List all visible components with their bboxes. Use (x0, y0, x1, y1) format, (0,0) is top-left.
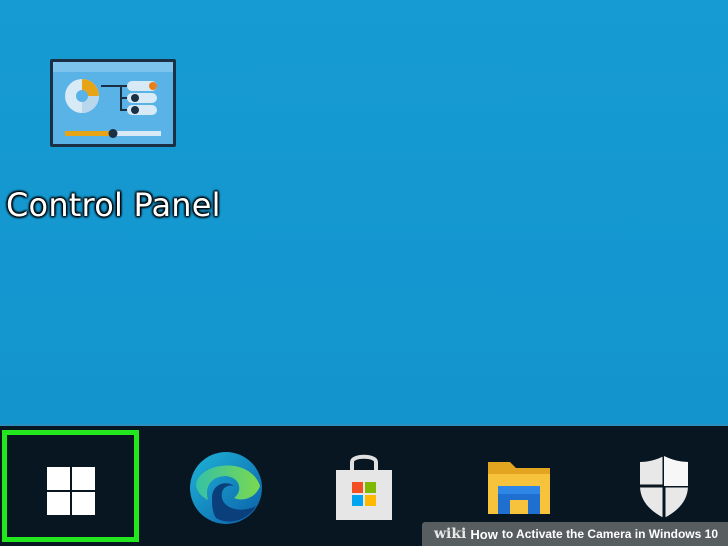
watermark-brand: wiki (433, 526, 467, 542)
folder-icon (488, 462, 550, 514)
control-panel-label: Control Panel (6, 186, 221, 224)
watermark-how: How (470, 526, 498, 542)
taskbar: wiki How to Activate the Camera in Windo… (0, 424, 728, 546)
shield-icon (640, 456, 688, 518)
control-panel-icon (50, 59, 176, 147)
windows-logo-icon (47, 467, 95, 515)
watermark-caption: wiki How to Activate the Camera in Windo… (421, 522, 728, 546)
edge-button[interactable] (180, 426, 320, 546)
microsoft-edge-icon (190, 452, 262, 524)
screen: Control Panel wiki How to Activate the C… (0, 0, 728, 546)
watermark-title: to Activate the Camera in Windows 10 (501, 527, 718, 541)
start-button[interactable] (2, 430, 139, 542)
control-panel-shortcut[interactable]: Control Panel (0, 52, 230, 232)
desktop: Control Panel (0, 0, 728, 424)
microsoft-store-icon (336, 454, 392, 520)
